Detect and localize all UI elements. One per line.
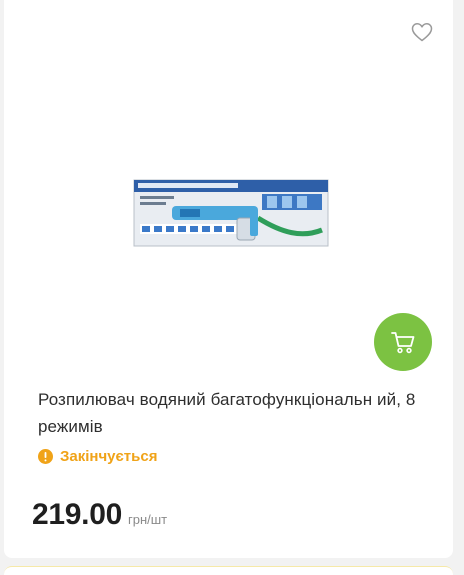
add-to-cart-button[interactable]: [374, 313, 432, 371]
stock-status-text: Закінчується: [60, 447, 158, 465]
price-value: 219.00: [32, 498, 122, 531]
product-title[interactable]: Розпилювач водяний багатофункціональн ий…: [38, 386, 423, 440]
price-block: 219.00 грн/шт: [32, 498, 167, 532]
product-box-photo: [133, 179, 329, 247]
product-card[interactable]: Розпилювач водяний багатофункціональн ий…: [4, 0, 453, 558]
cart-icon: [391, 332, 415, 354]
heart-icon: [411, 23, 433, 42]
stock-status: Закінчується: [38, 446, 157, 466]
product-image[interactable]: [132, 178, 332, 248]
favorite-button[interactable]: [410, 20, 434, 44]
price-unit: грн/шт: [127, 512, 168, 527]
warning-circle-icon: [38, 448, 53, 464]
